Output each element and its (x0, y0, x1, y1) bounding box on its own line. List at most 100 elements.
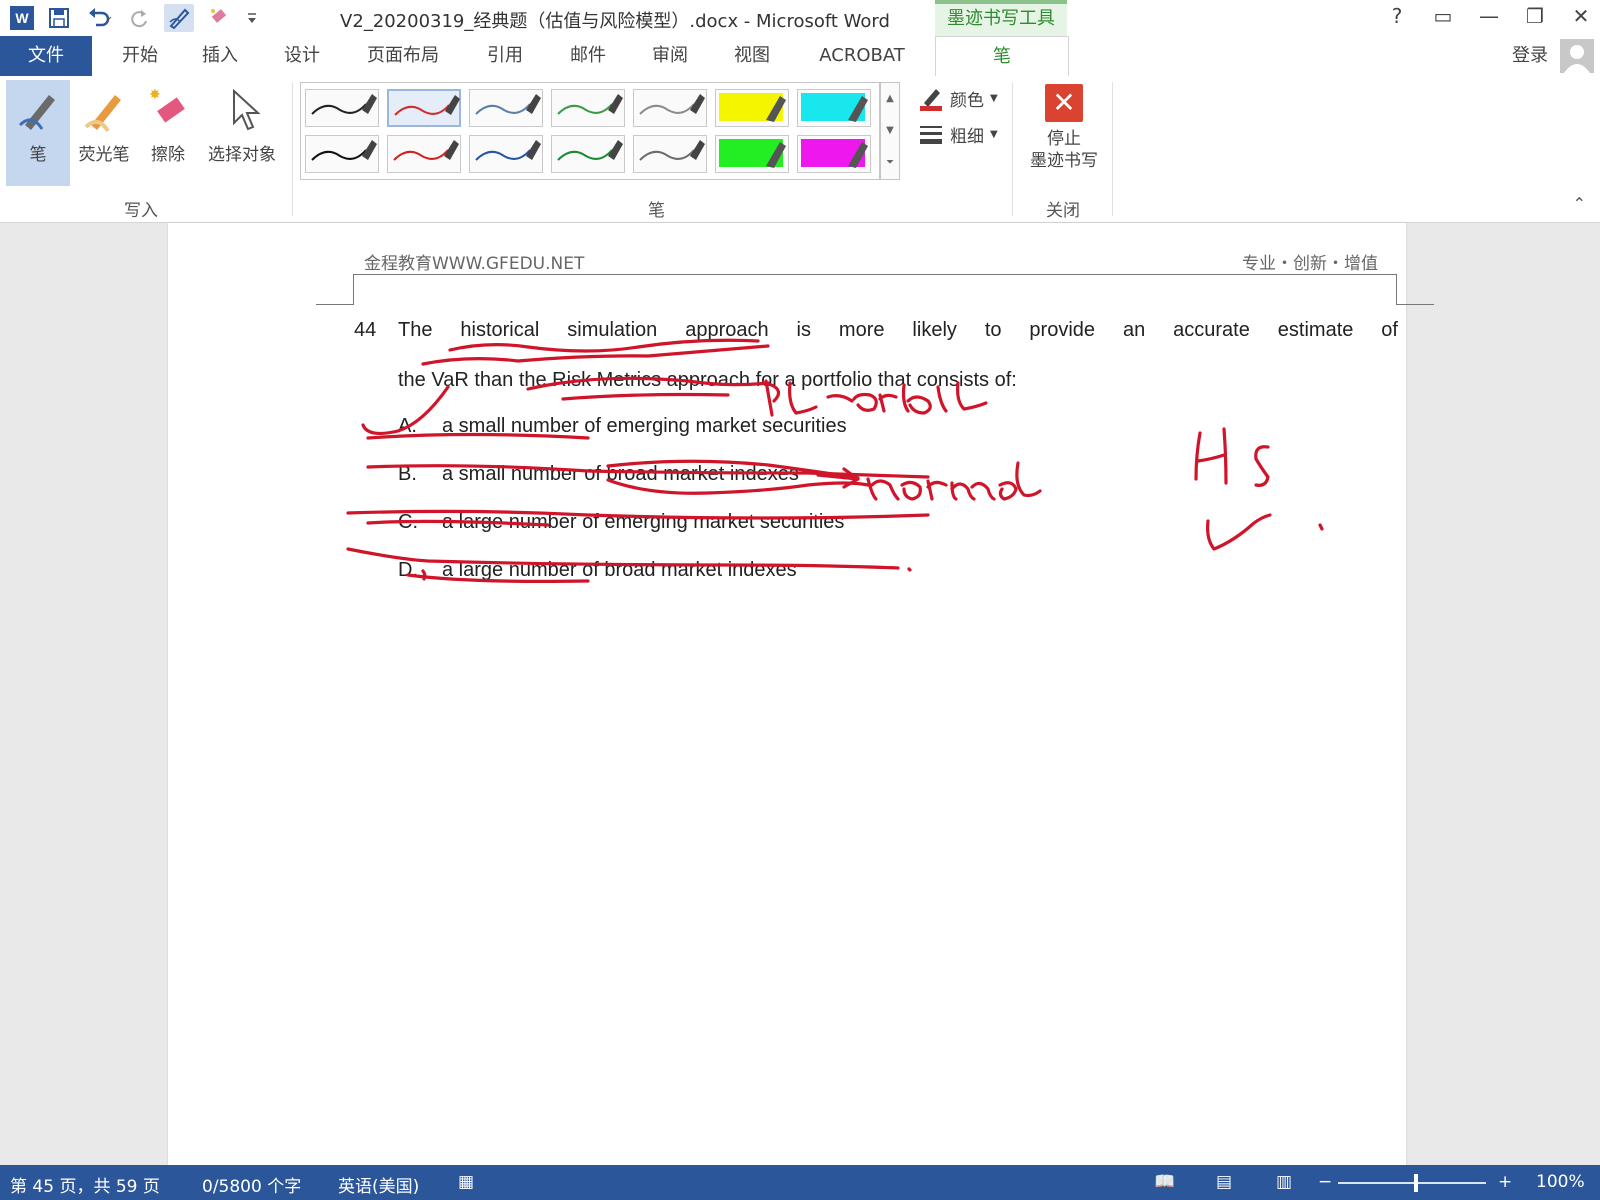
highlighter-tool-label: 荧光笔 (78, 145, 130, 165)
stop-inking-label-1: 停止 (1047, 129, 1081, 149)
tab-mailings[interactable]: 邮件 (558, 36, 618, 76)
print-layout-icon[interactable]: ▤ (1216, 1172, 1232, 1192)
tab-home[interactable]: 开始 (110, 36, 170, 76)
pen-swatch-icon (719, 93, 786, 122)
pen-swatch-3[interactable] (469, 89, 543, 127)
pen-swatch-icon (639, 94, 705, 115)
web-layout-icon[interactable]: ▥ (1276, 1172, 1292, 1192)
pen-gallery (300, 82, 880, 180)
ink-check-mark-hs (1206, 513, 1272, 551)
pen-swatch-2[interactable] (387, 89, 461, 127)
word-count-status[interactable]: 0/5800 个字 (202, 1172, 301, 1197)
cursor-arrow-icon (222, 80, 262, 140)
tab-page-layout[interactable]: 页面布局 (358, 36, 448, 76)
pen-swatch-icon (394, 95, 460, 116)
zoom-slider-thumb[interactable] (1414, 1174, 1418, 1192)
zoom-out-button[interactable]: − (1318, 1172, 1332, 1192)
pen-swatch-5[interactable] (633, 89, 707, 127)
pen-swatch-icon (557, 140, 623, 161)
pen-thickness-dropdown[interactable]: 粗细 ▼ (918, 122, 998, 147)
group-separator (1012, 82, 1013, 216)
pen-tool-button[interactable]: 笔 (6, 80, 70, 186)
pen-swatch-icon (801, 93, 868, 122)
tab-view[interactable]: 视图 (722, 36, 782, 76)
stop-inking-button[interactable]: ✕ 停止 墨迹书写 (1018, 84, 1110, 172)
help-icon[interactable]: ? (1386, 4, 1408, 28)
pen-gallery-scroll: ▲ ▼ ⏷ (880, 82, 900, 180)
write-group-label: 写入 (124, 201, 158, 221)
pen-swatch-11[interactable] (551, 135, 625, 173)
ink-handwriting-pl-non-normal (764, 379, 988, 417)
ink-strike-option-c (346, 509, 930, 520)
gallery-scroll-down-icon[interactable]: ▼ (881, 115, 899, 147)
tab-design[interactable]: 设计 (272, 36, 332, 76)
word-app-icon[interactable]: W (10, 6, 34, 30)
eraser-pen-icon[interactable] (204, 4, 234, 32)
group-separator (292, 82, 293, 216)
zoom-in-button[interactable]: + (1498, 1172, 1512, 1192)
pen-swatch-7[interactable] (797, 89, 871, 127)
sign-in-link[interactable]: 登录 (1512, 36, 1548, 76)
pen-swatch-4[interactable] (551, 89, 625, 127)
group-separator (1112, 82, 1113, 216)
tab-insert[interactable]: 插入 (190, 36, 250, 76)
customize-qat-icon[interactable] (244, 4, 260, 32)
page-count-status[interactable]: 第 45 页，共 59 页 (10, 1172, 160, 1197)
quick-access-toolbar: W (10, 4, 260, 32)
highlighter-tool-button[interactable]: 荧光笔 (72, 80, 136, 165)
undo-icon[interactable] (84, 4, 114, 32)
tab-file[interactable]: 文件 (0, 36, 92, 76)
pen-swatch-10[interactable] (469, 135, 543, 173)
save-icon[interactable] (44, 4, 74, 32)
restore-icon[interactable]: ❐ (1524, 4, 1546, 28)
pen-swatch-icon (557, 94, 623, 115)
zoom-slider-track[interactable] (1338, 1182, 1486, 1184)
ribbon-tab-row: 文件 开始 插入 设计 页面布局 引用 邮件 审阅 视图 ACROBAT 笔 登… (0, 36, 1600, 77)
pen-color-icon (920, 88, 942, 111)
gallery-scroll-up-icon[interactable]: ▲ (881, 83, 899, 115)
pen-swatch-1[interactable] (305, 89, 379, 127)
touch-pen-icon[interactable] (164, 4, 194, 32)
tab-pen[interactable]: 笔 (935, 36, 1069, 77)
avatar[interactable] (1560, 39, 1594, 73)
tab-references[interactable]: 引用 (475, 36, 535, 76)
pen-swatch-13[interactable] (715, 135, 789, 173)
zoom-level[interactable]: 100% (1536, 1172, 1585, 1192)
select-objects-label: 选择对象 (208, 145, 276, 165)
document-page[interactable]: 金程教育WWW.GFEDU.NET 专业・创新・增值 44 The histor… (168, 223, 1434, 1165)
ribbon-display-options-icon[interactable]: ▭ (1432, 4, 1454, 28)
pen-swatch-8[interactable] (305, 135, 379, 173)
ink-wave (421, 344, 770, 366)
pen-swatch-icon (719, 139, 786, 168)
read-mode-icon[interactable]: 📖 (1154, 1172, 1175, 1192)
eraser-tool-button[interactable]: ✸ 擦除 (140, 80, 196, 165)
status-bar: 第 45 页，共 59 页 0/5800 个字 英语(美国) ▦ 📖 ▤ ▥ −… (0, 1165, 1600, 1200)
pen-thickness-label: 粗细 (950, 127, 984, 147)
macro-record-icon[interactable]: ▦ (458, 1172, 474, 1192)
pens-group-label: 笔 (648, 201, 665, 221)
pen-swatch-14[interactable] (797, 135, 871, 173)
svg-text:✸: ✸ (149, 87, 161, 103)
window-title: V2_20200319_经典题（估值与风险模型）.docx - Microsof… (340, 11, 890, 32)
pen-swatch-12[interactable] (633, 135, 707, 173)
gallery-more-icon[interactable]: ⏷ (881, 147, 899, 179)
pen-swatch-6[interactable] (715, 89, 789, 127)
collapse-ribbon-icon[interactable]: ⌃ (1573, 194, 1586, 213)
pen-swatch-9[interactable] (387, 135, 461, 173)
pen-color-dropdown[interactable]: 颜色 ▼ (918, 86, 998, 111)
tab-acrobat[interactable]: ACROBAT (812, 36, 912, 76)
minimize-icon[interactable]: — (1478, 4, 1500, 28)
tab-review[interactable]: 审阅 (640, 36, 700, 76)
pen-swatch-icon (801, 139, 868, 168)
title-bar: W V2_20200319_经典题（估值与风险模型）.docx - Micros… (0, 0, 1600, 36)
ink-check-mark-a (361, 385, 450, 436)
ink-dot (1318, 523, 1324, 531)
ink-underline-option-a (366, 432, 590, 440)
highlighter-icon (81, 80, 127, 140)
select-objects-button[interactable]: 选择对象 (200, 80, 284, 165)
pen-swatch-icon (475, 94, 541, 115)
redo-icon[interactable] (124, 4, 154, 32)
close-icon[interactable]: ✕ (1570, 4, 1592, 28)
language-status[interactable]: 英语(美国) (338, 1172, 419, 1197)
ink-underline-risk-metrics (526, 376, 770, 391)
